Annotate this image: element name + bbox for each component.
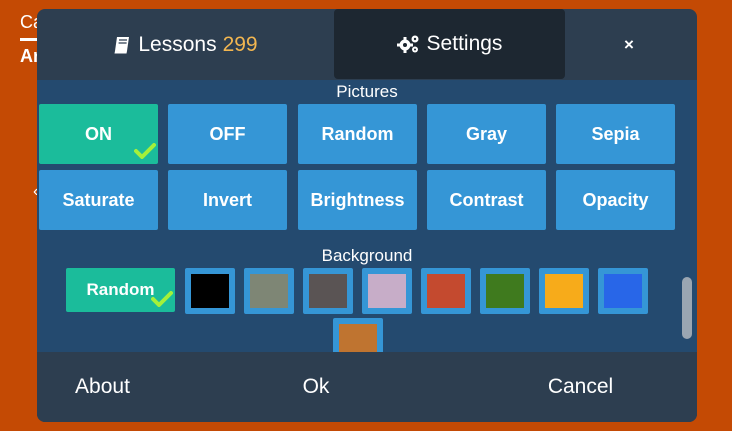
cancel-label: Cancel [547, 375, 614, 398]
tab-settings[interactable]: Settings [334, 9, 565, 79]
pictures-on-label: ON [85, 123, 112, 144]
background-color-swatch[interactable] [303, 268, 353, 314]
pictures-off-label: OFF [209, 123, 246, 144]
pictures-invert-label: Invert [202, 189, 253, 210]
pictures-random-button[interactable]: Random [298, 104, 417, 164]
tab-lessons-label: Lessons [138, 32, 217, 56]
background-color-swatch[interactable] [362, 268, 412, 314]
scrollbar[interactable] [682, 277, 692, 339]
close-button[interactable]: × [597, 9, 661, 80]
pictures-opacity-label: Opacity [582, 189, 649, 210]
cancel-button[interactable]: Cancel [464, 352, 697, 422]
pictures-title: Pictures [336, 82, 398, 101]
pictures-invert-button[interactable]: Invert [168, 170, 287, 230]
tab-lessons[interactable]: Lessons 299 [37, 9, 333, 80]
pictures-gray-label: Gray [465, 123, 508, 144]
pictures-contrast-label: Contrast [449, 189, 524, 210]
settings-panel: Pictures ON OFF Random Gray Sepia Satura… [37, 80, 697, 352]
pictures-opacity-button[interactable]: Opacity [556, 170, 675, 230]
background-color-swatch[interactable] [539, 268, 589, 314]
pictures-sepia-button[interactable]: Sepia [556, 104, 675, 164]
pictures-contrast-button[interactable]: Contrast [427, 170, 546, 230]
modal-footer: About Ok Cancel [37, 352, 697, 422]
pictures-brightness-button[interactable]: Brightness [298, 170, 417, 230]
about-label: About [75, 375, 130, 398]
ok-button[interactable]: Ok [168, 352, 464, 422]
pictures-on-button[interactable]: ON [39, 104, 158, 164]
pictures-random-label: Random [321, 123, 394, 144]
gears-icon [396, 33, 421, 55]
background-random-button[interactable]: Random [66, 268, 175, 312]
about-button[interactable]: About [37, 352, 168, 422]
background-color-swatch[interactable] [598, 268, 648, 314]
pictures-saturate-label: Saturate [62, 189, 135, 210]
background-color-swatch[interactable] [333, 318, 383, 352]
tab-settings-label: Settings [426, 32, 503, 55]
lessons-count: 299 [222, 32, 258, 56]
pictures-brightness-label: Brightness [310, 189, 405, 210]
background-color-swatch[interactable] [185, 268, 235, 314]
background-random-label: Random [86, 280, 155, 299]
background-color-swatch[interactable] [244, 268, 294, 314]
close-icon: × [624, 34, 634, 54]
checkmark-icon [134, 143, 156, 159]
pictures-gray-button[interactable]: Gray [427, 104, 546, 164]
settings-modal: Lessons 299 Settings × Pictures ON OFF R… [37, 9, 697, 422]
ok-label: Ok [302, 375, 330, 398]
book-icon [112, 35, 132, 55]
modal-tabs: Lessons 299 Settings × [37, 9, 697, 80]
pictures-saturate-button[interactable]: Saturate [39, 170, 158, 230]
pictures-off-button[interactable]: OFF [168, 104, 287, 164]
background-title: Background [321, 246, 413, 265]
checkmark-icon [151, 291, 173, 307]
pictures-sepia-label: Sepia [591, 123, 640, 144]
background-color-swatch[interactable] [421, 268, 471, 314]
background-color-swatch[interactable] [480, 268, 530, 314]
